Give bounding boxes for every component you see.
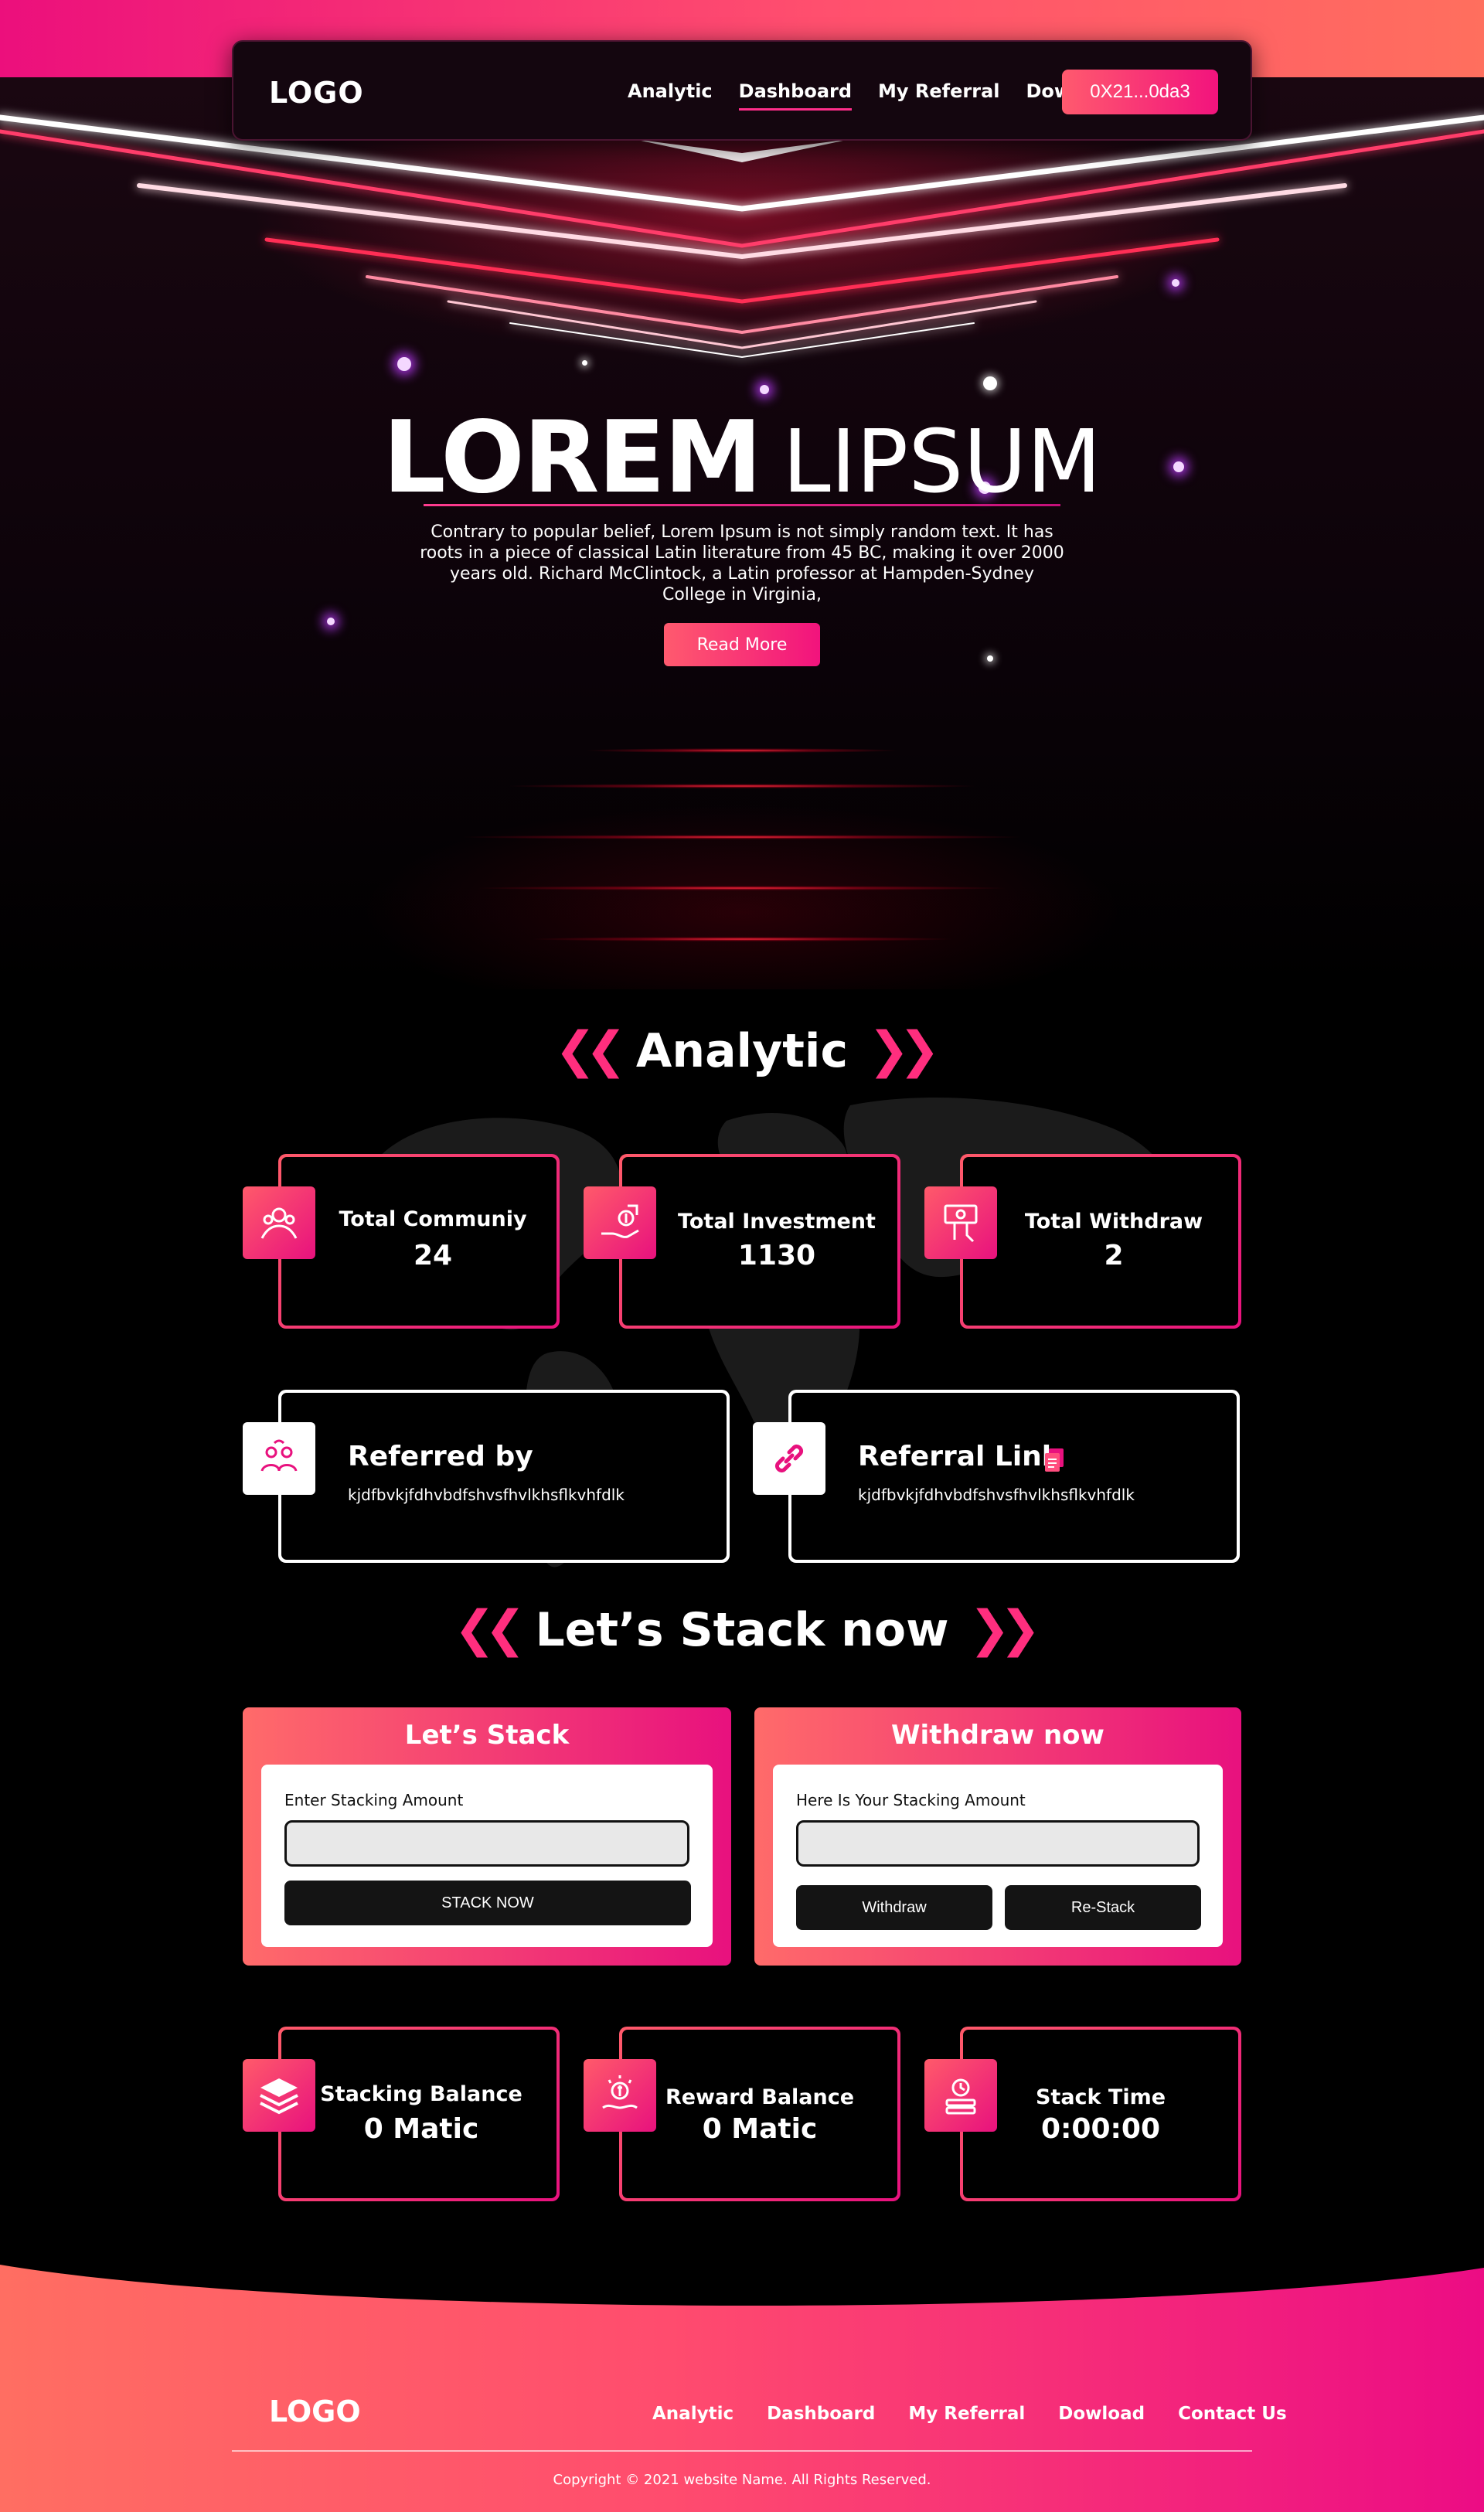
glow-line [533,937,951,941]
balance-value: 0 Matic [702,2113,818,2145]
stack-panel-body: Enter Stacking Amount STACK NOW [261,1765,713,1947]
stack-heading-text: Let’s Stack now [535,1603,949,1657]
glow-line [479,886,1005,890]
balance-label: Reward Balance [665,2085,855,2109]
hero-underline [424,504,1060,506]
footer-link-my-referral[interactable]: My Referral [908,2404,1025,2424]
balance-value: 0 Matic [363,2113,479,2145]
hero-description: Contrary to popular belief, Lorem Ipsum … [420,522,1064,604]
sparkle-dot [397,357,411,371]
referred-by-code: kjdfbvkjfdhvbdfshvsfhvlkhsflkvhfdlk [348,1486,625,1504]
withdraw-icon [924,1186,997,1259]
stat-value: 2 [1104,1240,1124,1271]
nav-link-analytic[interactable]: Analytic [628,80,713,111]
copy-icon[interactable] [1045,1448,1064,1472]
stack-now-button[interactable]: STACK NOW [284,1881,691,1925]
stat-label: Total Withdraw [1024,1210,1203,1234]
glow-line [464,835,1020,839]
footer-logo[interactable]: LOGO [269,2395,361,2429]
clock-stack-icon [924,2059,997,2132]
stack-panel-title: Let’s Stack [404,1720,570,1751]
stacking-amount-input[interactable] [284,1820,689,1867]
copyright-text: Copyright © 2021 website Name. All Right… [553,2472,931,2488]
referral-link-code[interactable]: kjdfbvkjfdhvbdfshvsfhvlkhsflkvhfdlk [858,1486,1135,1504]
stat-value: 24 [413,1240,453,1271]
referral-users-icon [243,1422,315,1495]
chevron-right-icon: ❯❯ [868,1022,940,1079]
referral-link-card [788,1390,1240,1563]
balance-label: Stack Time [1035,2085,1166,2109]
footer-link-contact-us[interactable]: Contact Us [1178,2404,1287,2424]
footer-links: Analytic Dashboard My Referral Dowload C… [652,2404,1320,2424]
hero-title-light: LIPSUM [782,412,1101,512]
glow-line [510,784,974,788]
footer-divider [232,2450,1252,2452]
footer-link-analytic[interactable]: Analytic [652,2404,733,2424]
sparkle-dot [983,376,997,390]
stat-label: Total Communiy [339,1207,527,1231]
analytic-heading-text: Analytic [635,1024,849,1078]
withdraw-panel: Withdraw now Here Is Your Stacking Amoun… [754,1707,1241,1966]
referral-link-title: Referral Link [858,1441,1060,1472]
footer-link-download[interactable]: Dowload [1058,2404,1145,2424]
stack-panel: Let’s Stack Enter Stacking Amount STACK … [243,1707,731,1966]
analytic-heading: ❮❮ Analytic ❯❯ [0,1022,1484,1079]
referred-by-card [278,1390,730,1563]
wallet-address-button[interactable]: 0X21...0da3 [1062,70,1218,114]
nav-link-dashboard[interactable]: Dashboard [738,80,853,111]
stat-value: 1130 [737,1240,816,1271]
withdraw-panel-title: Withdraw now [891,1720,1104,1751]
hero-title-bold: LOREM [383,400,762,516]
link-icon [753,1422,825,1495]
stat-label: Total Investment [678,1210,876,1234]
chevron-left-icon: ❮❮ [554,1022,627,1079]
chevron-right-icon: ❯❯ [968,1601,1041,1658]
glow-line [587,748,897,753]
balance-label: Stacking Balance [320,2082,522,2106]
sparkle-dot [1172,279,1179,287]
investment-icon [584,1186,656,1259]
withdraw-panel-body: Here Is Your Stacking Amount Withdraw Re… [773,1765,1223,1947]
sparkle-dot [327,618,335,625]
read-more-button[interactable]: Read More [664,623,820,666]
nav-link-my-referral[interactable]: My Referral [878,80,999,111]
nav-logo[interactable]: LOGO [269,76,364,110]
stacked-amount-input[interactable] [796,1820,1200,1867]
withdraw-button[interactable]: Withdraw [796,1885,992,1930]
balance-value: 0:00:00 [1040,2113,1161,2145]
footer-curve [0,2226,1484,2306]
stacked-amount-label: Here Is Your Stacking Amount [796,1791,1026,1809]
community-icon [243,1186,315,1259]
layers-icon [243,2059,315,2132]
footer-link-dashboard[interactable]: Dashboard [767,2404,875,2424]
sparkle-dot [987,655,993,662]
referred-by-title: Referred by [348,1441,533,1472]
navbar: LOGO Analytic Dashboard My Referral Dowl… [232,40,1252,141]
stacking-amount-label: Enter Stacking Amount [284,1791,464,1809]
stack-heading: ❮❮ Let’s Stack now ❯❯ [0,1601,1484,1658]
restack-button[interactable]: Re-Stack [1005,1885,1201,1930]
sparkle-dot [760,385,769,394]
chevron-left-icon: ❮❮ [454,1601,526,1658]
sparkle-dot [582,360,587,366]
reward-icon [584,2059,656,2132]
hero-title: LOREM LIPSUM [0,408,1484,513]
